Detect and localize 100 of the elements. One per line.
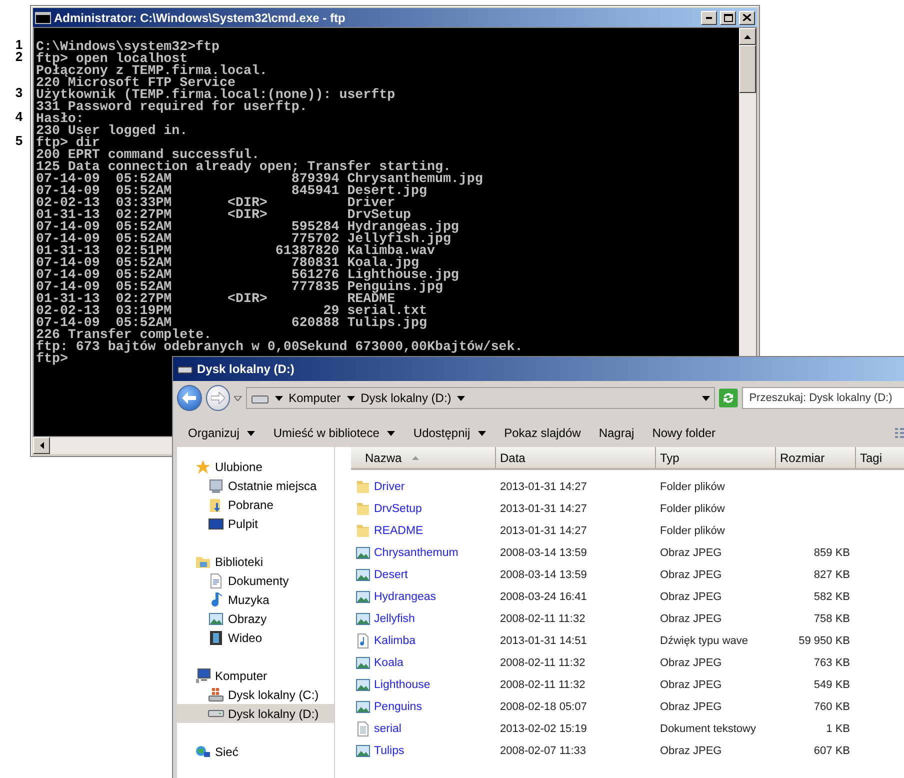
table-cell-text: 59 950 KB	[798, 635, 851, 647]
toolbar-button[interactable]: Pokaz slajdów	[497, 422, 588, 444]
caret-icon	[702, 396, 710, 400]
folder-icon	[355, 501, 371, 517]
file-name[interactable]: Tulips	[351, 743, 496, 759]
back-button[interactable]	[177, 385, 202, 411]
column-header[interactable]: Tagi	[856, 447, 904, 468]
toolbar-button[interactable]: Udostępnij	[406, 422, 494, 444]
file-name[interactable]: Driver	[351, 479, 496, 495]
caret-icon	[346, 396, 355, 400]
nav-item[interactable]: Obrazy	[177, 609, 334, 628]
image-icon	[355, 655, 371, 671]
refresh-icon	[719, 388, 738, 408]
film-icon	[208, 630, 224, 646]
file-name[interactable]: Penguins	[351, 699, 496, 715]
table-cell-text: 2013-02-02 15:19	[499, 723, 588, 735]
table-cell-text: Obraz JPEG	[659, 701, 723, 713]
file-name[interactable]: Jellyfish	[351, 611, 496, 627]
table-cell-text: 2013-01-31 14:51	[499, 635, 588, 647]
table-cell-text: 763 KB	[812, 657, 851, 669]
breadcrumb-item[interactable]: Komputer	[288, 391, 341, 405]
maximize-button[interactable]	[720, 10, 736, 24]
text-file-icon	[355, 721, 371, 737]
console-line: Użytkownik (TEMP.firma.local:(none)): userftp	[36, 89, 396, 101]
table-cell-text: Obraz JPEG	[659, 613, 723, 625]
toolbar-button[interactable]: Organizuj	[181, 422, 262, 444]
table-cell-text: 758 KB	[812, 613, 851, 625]
recent-places-icon	[208, 478, 224, 494]
file-name[interactable]: Lighthouse	[351, 677, 496, 693]
caret-icon	[457, 396, 466, 400]
nav-item[interactable]: Ulubione	[177, 457, 334, 476]
nav-item[interactable]: Dysk lokalny (D:)	[177, 704, 334, 723]
address-bar[interactable]: Komputer Dysk lokalny (D:)	[246, 387, 716, 409]
breadcrumb-item[interactable]: Dysk lokalny (D:)	[360, 391, 452, 405]
image-icon	[208, 610, 224, 626]
file-name[interactable]: Hydrangeas	[351, 589, 496, 605]
column-header[interactable]: Nazwa	[351, 447, 496, 468]
console-line: 07-14-09 05:52AM 561276 Lighthouse.jpg	[36, 269, 460, 281]
up-arrow-icon	[744, 34, 751, 38]
network-icon	[195, 744, 211, 760]
close-button[interactable]	[739, 10, 755, 24]
caret-icon	[234, 396, 242, 400]
table-cell-text: 607 KB	[812, 745, 851, 757]
table-cell-text: Obraz JPEG	[659, 591, 723, 603]
image-icon	[355, 611, 371, 627]
nav-item[interactable]: Ostatnie miejsca	[177, 476, 334, 495]
toolbar-button[interactable]: Nowy folder	[645, 422, 723, 444]
console-line: 220 Microsoft FTP Service	[36, 77, 236, 89]
nav-item[interactable]: Komputer	[177, 666, 334, 685]
column-header[interactable]: Data	[496, 447, 656, 468]
file-name[interactable]: DrvSetup	[351, 501, 496, 517]
file-name[interactable]: README	[351, 523, 496, 539]
table-cell-text: 2008-02-07 11:33	[499, 745, 588, 757]
image-icon	[355, 699, 371, 715]
table-cell-text: Dźwięk typu wave	[659, 635, 750, 647]
table-cell-text: Obraz JPEG	[659, 657, 723, 669]
table-cell-text: Obraz JPEG	[659, 745, 723, 757]
nav-item[interactable]: Dysk lokalny (C:)	[177, 685, 334, 704]
console-line: Połączony z TEMP.firma.local.	[36, 65, 268, 77]
desktop-icon	[208, 516, 224, 532]
file-name[interactable]: Kalimba	[351, 633, 496, 649]
console-line: 07-14-09 05:52AM 775702 Jellyfish.jpg	[36, 233, 451, 245]
file-name[interactable]: Desert	[351, 567, 496, 583]
table-cell-text: 827 KB	[812, 569, 851, 581]
toolbar-button[interactable]: Umieść w bibliotece	[266, 422, 402, 444]
file-name[interactable]: Chrysanthemum	[351, 545, 496, 561]
search-field[interactable]: Przeszukaj: Dysk lokalny (D:)	[742, 387, 904, 409]
table-cell-text: 582 KB	[812, 591, 851, 603]
console-line: 01-31-13 02:27PM <DIR> DrvSetup	[36, 209, 412, 221]
file-name[interactable]: serial	[351, 721, 496, 737]
console-line: ftp>	[36, 353, 69, 365]
table-cell-text: Obraz JPEG	[659, 547, 723, 559]
console-icon	[35, 12, 51, 24]
close-icon	[743, 14, 751, 21]
nav-item[interactable]: Biblioteki	[177, 552, 334, 571]
toolbar-button[interactable]: Nagraj	[592, 422, 642, 444]
table-cell-text: 2008-02-11 11:32	[499, 657, 586, 669]
nav-item[interactable]: Pobrane	[177, 495, 334, 514]
image-icon	[355, 545, 371, 561]
window-title: Administrator: C:\Windows\System32\cmd.exe - ftp	[54, 10, 346, 24]
table-cell-text: Obraz JPEG	[659, 679, 723, 691]
step-number: 3	[15, 85, 23, 100]
console-line: C:\Windows\system32>ftp	[36, 41, 221, 53]
image-icon	[355, 567, 371, 583]
nav-item[interactable]: Wideo	[177, 628, 334, 647]
nav-item[interactable]: Muzyka	[177, 590, 334, 609]
table-cell-text: 2008-02-11 11:32	[499, 613, 586, 625]
left-arrow-icon	[40, 442, 44, 449]
file-name[interactable]: Koala	[351, 655, 496, 671]
minimize-button[interactable]	[701, 10, 717, 24]
column-header[interactable]: Rozmiar	[776, 447, 856, 468]
nav-item[interactable]: Sieć	[177, 742, 334, 761]
image-icon	[355, 677, 371, 693]
table-cell-text: 2013-01-31 14:27	[499, 503, 588, 515]
table-cell-text: 2008-03-24 16:41	[499, 591, 588, 603]
column-header[interactable]: Typ	[656, 447, 776, 468]
nav-item[interactable]: Dokumenty	[177, 571, 334, 590]
nav-item[interactable]: Pulpit	[177, 514, 334, 533]
scrollbar-thumb[interactable]	[739, 45, 756, 93]
forward-button[interactable]	[206, 385, 230, 411]
